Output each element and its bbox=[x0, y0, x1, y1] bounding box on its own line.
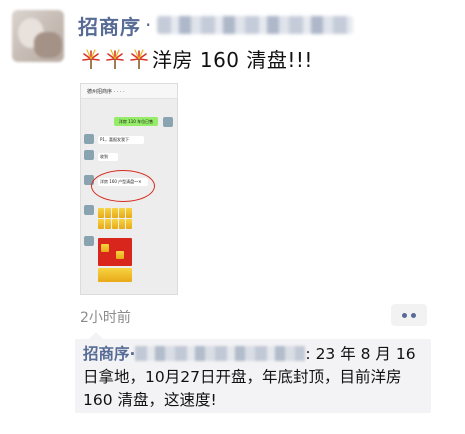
chat-avatar bbox=[84, 205, 94, 215]
gold-sticker bbox=[112, 208, 118, 218]
gold-sticker bbox=[98, 208, 104, 218]
chat-avatar bbox=[163, 117, 173, 127]
author-name-redacted bbox=[157, 16, 354, 34]
chat-avatar bbox=[84, 150, 94, 160]
post-body-text: 洋房 160 清盘!!! bbox=[152, 48, 313, 72]
chat-avatar bbox=[84, 236, 94, 246]
gold-sticker bbox=[126, 208, 132, 218]
gold-sticker bbox=[98, 219, 104, 229]
red-sticker bbox=[98, 238, 132, 266]
firework-icon bbox=[130, 48, 148, 69]
gold-sticker bbox=[101, 244, 109, 252]
post-author-row: 招商序 · bbox=[78, 11, 354, 40]
firework-icon bbox=[106, 48, 124, 69]
gold-sticker bbox=[116, 251, 124, 259]
comment-colon: : bbox=[305, 345, 316, 363]
dot bbox=[411, 312, 416, 318]
chat-avatar bbox=[84, 134, 94, 144]
post-time: 2小时前 bbox=[80, 310, 131, 326]
gold-sticker bbox=[119, 208, 125, 218]
author-separator: · bbox=[145, 13, 152, 37]
gold-sticker bbox=[105, 219, 111, 229]
more-dots-icon[interactable] bbox=[391, 304, 427, 326]
chat-message: 收到 bbox=[98, 153, 118, 161]
comment-author-name[interactable]: 招商序 bbox=[83, 345, 130, 363]
post-author-name[interactable]: 招商序 bbox=[78, 11, 141, 40]
gold-sticker bbox=[119, 219, 125, 229]
comment-author-redacted bbox=[135, 346, 306, 361]
chat-green-bubble: 洋房 110 车位已售 bbox=[114, 117, 158, 126]
attached-chat-screenshot[interactable]: 德州招商序 · · · · 洋房 110 车位已售 P1，喜报发我下 收到 洋房… bbox=[80, 83, 178, 295]
gold-sticker bbox=[112, 219, 118, 229]
firework-icon bbox=[82, 48, 100, 69]
gold-sticker bbox=[98, 268, 132, 282]
highlight-circle bbox=[91, 170, 155, 202]
gold-sticker bbox=[126, 219, 132, 229]
chat-title-bar: 德州招商序 · · · · bbox=[81, 84, 177, 99]
user-avatar[interactable] bbox=[12, 10, 64, 62]
gold-sticker bbox=[105, 208, 111, 218]
chat-message: P1，喜报发我下 bbox=[98, 136, 144, 144]
dot bbox=[402, 312, 407, 318]
comment-section: 招商序·: 23 年 8 月 16日拿地，10月27日开盘，年底封顶，目前洋房 … bbox=[75, 332, 431, 413]
comment[interactable]: 招商序·: 23 年 8 月 16日拿地，10月27日开盘，年底封顶，目前洋房 … bbox=[83, 343, 427, 412]
post-text: 洋房 160 清盘!!! bbox=[80, 44, 313, 73]
